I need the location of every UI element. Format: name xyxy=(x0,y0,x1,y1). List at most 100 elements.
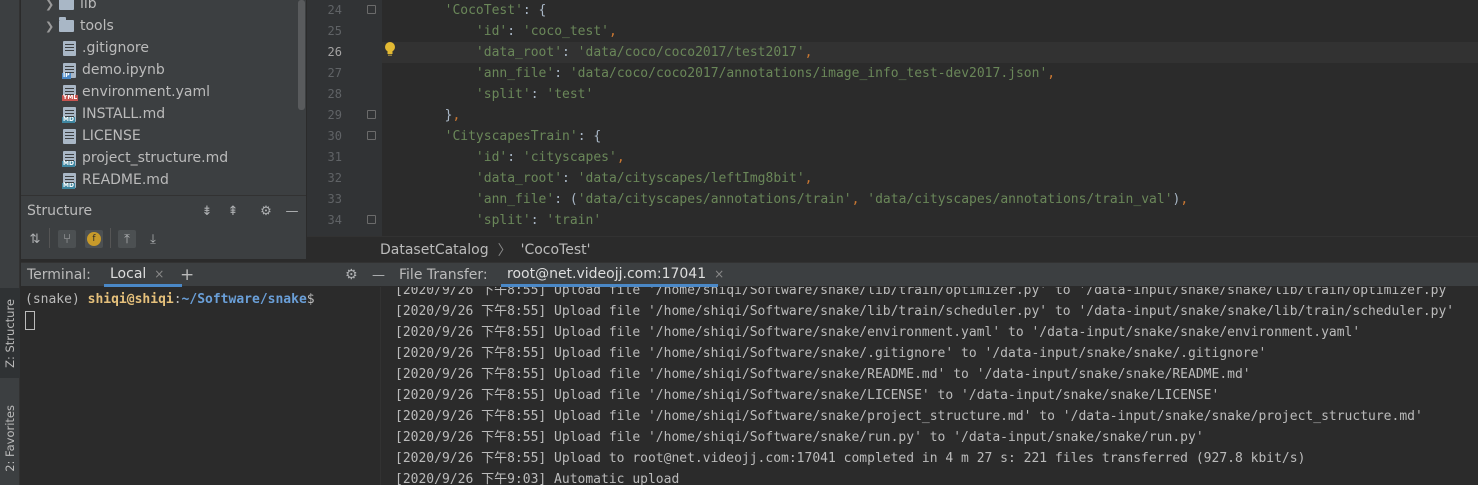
text-file-icon xyxy=(63,128,76,144)
folder-icon xyxy=(59,17,74,32)
log-line: [2020/9/26 下午8:55] Upload file '/home/sh… xyxy=(395,325,1361,340)
file-transfer-header: File Transfer: root@net.videojj.com:1704… xyxy=(391,262,1478,287)
notebook-file-icon: IP xyxy=(62,62,76,79)
line-number: 29 xyxy=(327,108,342,122)
project-tree: ❯ lib ❯ tools .gitignore IP demo.ipynb Y… xyxy=(21,0,306,195)
close-icon[interactable]: × xyxy=(714,267,724,281)
code-line: 'split': 'train' xyxy=(475,213,602,228)
code-line: 'CityscapesTrain': { xyxy=(444,129,602,144)
minimize-icon[interactable]: — xyxy=(283,202,301,220)
tab-remote-host[interactable]: root@net.videojj.com:17041 × xyxy=(501,263,724,287)
tree-item-label: README.md xyxy=(82,172,169,188)
expand-all-icon[interactable]: ⇟ xyxy=(198,202,216,220)
autoscroll-from-source-icon[interactable]: ⤓ xyxy=(144,230,162,248)
prompt-user: shiqi@shiqi xyxy=(87,292,174,307)
breadcrumb-separator-icon: 〉 xyxy=(497,242,512,259)
log-line: [2020/9/26 下午8:55] Upload to root@net.vi… xyxy=(395,451,1306,466)
add-terminal-button[interactable]: + xyxy=(180,263,194,287)
file-icon xyxy=(63,40,76,56)
prompt-path: ~/Software/snake xyxy=(181,292,307,307)
terminal-cursor xyxy=(25,311,35,330)
fold-marker-icon[interactable] xyxy=(367,110,376,119)
tree-item-label: .gitignore xyxy=(82,40,149,56)
code-line: 'id': 'cityscapes', xyxy=(475,150,625,165)
line-number: 24 xyxy=(327,3,342,17)
minimize-icon[interactable]: — xyxy=(372,263,385,287)
tree-item-label: INSTALL.md xyxy=(82,106,166,122)
chevron-right-icon[interactable]: ❯ xyxy=(45,0,59,11)
tab-local-label: Local xyxy=(110,265,147,282)
tree-item-lib[interactable]: ❯ lib xyxy=(45,0,97,15)
terminal-prompt: (snake) shiqi@shiqi:~/Software/snake$ xyxy=(25,292,315,307)
autoscroll-to-source-icon[interactable]: ⤒ xyxy=(118,230,136,248)
chevron-right-icon[interactable]: ❯ xyxy=(45,20,59,33)
divider xyxy=(49,228,50,248)
favorites-tool-tab-label: 2: Favorites xyxy=(3,405,17,472)
code-editor[interactable]: 'CocoTest': { 'id': 'coco_test', 'data_r… xyxy=(382,0,1478,236)
line-number: 32 xyxy=(327,171,342,185)
log-line: [2020/9/26 下午8:55] Upload file '/home/sh… xyxy=(395,367,1251,382)
line-number: 30 xyxy=(327,129,342,143)
log-line: [2020/9/26 下午8:55] Upload file '/home/sh… xyxy=(395,287,1447,298)
line-number: 28 xyxy=(327,87,342,101)
log-line: [2020/9/26 下午8:55] Upload file '/home/sh… xyxy=(395,304,1455,319)
favorites-tool-tab[interactable]: 2: Favorites xyxy=(0,392,20,485)
file-transfer-log[interactable]: [2020/9/26 下午8:55] Upload file '/home/sh… xyxy=(380,287,1478,485)
show-inherited-icon[interactable]: ⑂ xyxy=(58,230,76,248)
lightbulb-icon[interactable] xyxy=(383,41,397,57)
structure-title: Structure xyxy=(27,203,93,219)
tree-item-install-md[interactable]: MD INSTALL.md xyxy=(62,103,166,125)
code-line: 'ann_file': ('data/cityscapes/annotation… xyxy=(475,192,1189,207)
code-line: 'id': 'coco_test', xyxy=(475,24,617,39)
gear-icon[interactable]: ⚙ xyxy=(257,202,275,220)
divider xyxy=(110,228,111,248)
fold-marker-icon[interactable] xyxy=(367,131,376,140)
sort-alphabetically-icon[interactable]: ⇅ xyxy=(26,230,44,248)
markdown-file-icon: MD xyxy=(62,150,76,167)
tree-item-label: environment.yaml xyxy=(82,84,211,100)
editor-gutter: 24 25 26 27 28 29 30 31 32 33 34 xyxy=(307,0,382,236)
tree-item-demo-ipynb[interactable]: IP demo.ipynb xyxy=(62,59,165,81)
close-icon[interactable]: × xyxy=(154,267,164,281)
structure-panel: Structure ⇟ ⇞ ⚙ — ⇅ ⑂ f ⤒ ⤓ xyxy=(21,195,306,259)
tree-item-label: tools xyxy=(80,18,114,34)
code-line: 'ann_file': 'data/coco/coco2017/annotati… xyxy=(475,66,1056,81)
tree-item-tools[interactable]: ❯ tools xyxy=(45,15,114,37)
line-number: 34 xyxy=(327,213,342,227)
line-number: 25 xyxy=(327,24,342,38)
line-number: 27 xyxy=(327,66,342,80)
fold-marker-icon[interactable] xyxy=(367,215,376,224)
tree-item-label: demo.ipynb xyxy=(82,62,165,78)
show-fields-icon[interactable]: f xyxy=(85,230,103,248)
tree-item-label: project_structure.md xyxy=(82,150,229,166)
log-line: [2020/9/26 下午8:55] Upload file '/home/sh… xyxy=(395,409,1423,424)
log-line: [2020/9/26 下午8:55] Upload file '/home/sh… xyxy=(395,388,1220,403)
tree-item-readme-md[interactable]: MD README.md xyxy=(62,169,169,191)
gear-icon[interactable]: ⚙ xyxy=(345,263,358,287)
collapse-all-icon[interactable]: ⇞ xyxy=(224,202,242,220)
yaml-file-icon: YML xyxy=(62,84,79,101)
terminal-title: Terminal: xyxy=(27,267,91,283)
line-number: 31 xyxy=(327,150,342,164)
line-number: 33 xyxy=(327,192,342,206)
terminal-header: Terminal: Local × + ⚙ — xyxy=(21,262,391,287)
log-line: [2020/9/26 下午8:55] Upload file '/home/sh… xyxy=(395,346,1267,361)
code-line: }, xyxy=(382,108,461,123)
tool-window-strip: Z: Structure 2: Favorites xyxy=(0,0,20,485)
log-line: [2020/9/26 下午8:55] Upload file '/home/sh… xyxy=(395,430,1204,445)
tab-local[interactable]: Local × xyxy=(104,263,182,287)
tree-item-environment-yaml[interactable]: YML environment.yaml xyxy=(62,81,211,103)
tree-item-project-structure-md[interactable]: MD project_structure.md xyxy=(62,147,229,169)
line-number-current: 26 xyxy=(327,45,342,59)
code-line-current: 'data_root': 'data/coco/coco2017/test201… xyxy=(382,42,1478,63)
tree-item-license[interactable]: LICENSE xyxy=(63,125,141,147)
code-line: 'split': 'test' xyxy=(475,87,594,102)
fold-marker-icon[interactable] xyxy=(367,5,376,14)
breadcrumb-item[interactable]: 'CocoTest' xyxy=(521,242,591,258)
markdown-file-icon: MD xyxy=(62,106,76,123)
tree-scrollbar[interactable] xyxy=(298,0,305,110)
breadcrumb-item[interactable]: DatasetCatalog xyxy=(380,242,489,258)
terminal-body[interactable]: (snake) shiqi@shiqi:~/Software/snake$ xyxy=(21,287,379,485)
structure-tool-tab[interactable]: Z: Structure xyxy=(0,288,20,378)
tree-item-gitignore[interactable]: .gitignore xyxy=(63,37,149,59)
